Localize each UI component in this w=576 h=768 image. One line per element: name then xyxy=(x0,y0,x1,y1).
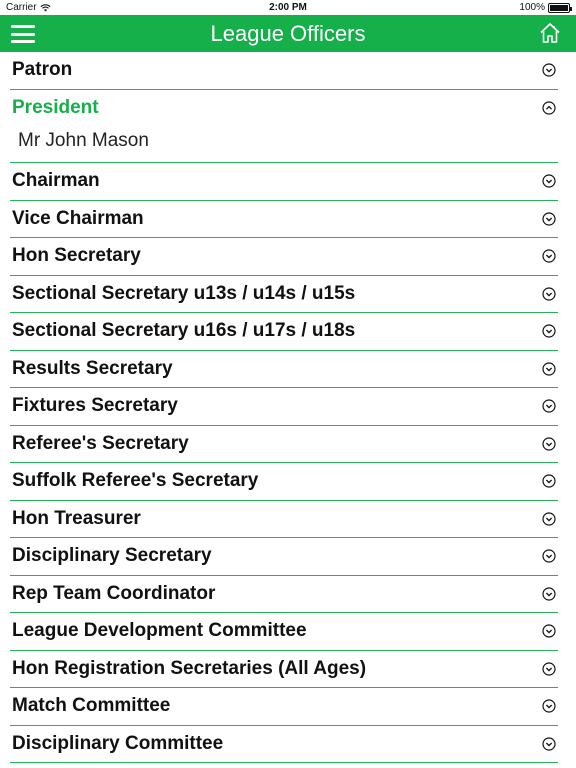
chevron-down-icon[interactable] xyxy=(542,437,556,451)
chevron-down-icon[interactable] xyxy=(542,324,556,338)
section-title: Hon Treasurer xyxy=(12,507,141,529)
chevron-down-icon[interactable] xyxy=(542,287,556,301)
accordion-section: Suffolk Referee's Secretary xyxy=(10,463,558,501)
accordion-header[interactable]: Match Committee xyxy=(10,688,558,725)
chevron-down-icon[interactable] xyxy=(542,362,556,376)
accordion-header[interactable]: Results Secretary xyxy=(10,351,558,388)
section-content: Mr John Mason xyxy=(18,130,149,151)
chevron-down-icon[interactable] xyxy=(542,399,556,413)
accordion-section: Rep Team Coordinator xyxy=(10,576,558,613)
status-time: 2:00 PM xyxy=(269,2,307,13)
page-title: League Officers xyxy=(210,20,366,46)
status-right: 100% xyxy=(519,2,572,13)
accordion-section: President Mr John Mason xyxy=(10,90,558,163)
accordion-section: Referee's Secretary xyxy=(10,426,558,463)
status-left: Carrier xyxy=(6,2,51,13)
chevron-down-icon[interactable] xyxy=(542,587,556,601)
battery-icon xyxy=(548,2,572,13)
accordion-header[interactable]: League Development Committee xyxy=(10,613,558,650)
accordion-section: Hon Secretary xyxy=(10,238,558,276)
accordion-header[interactable]: Disciplinary Secretary xyxy=(10,538,558,575)
accordion-header[interactable]: Suffolk Referee's Secretary xyxy=(10,463,558,500)
section-title: Match Committee xyxy=(12,695,171,717)
section-title: President xyxy=(12,96,99,118)
chevron-down-icon[interactable] xyxy=(542,624,556,638)
accordion-header[interactable]: Referee's Secretary xyxy=(10,426,558,463)
section-title: Hon Secretary xyxy=(12,245,141,267)
nav-bar: League Officers xyxy=(0,15,576,52)
section-title: Sectional Secretary u13s / u14s / u15s xyxy=(12,282,356,304)
accordion-section: League Development Committee xyxy=(10,613,558,651)
status-bar: Carrier 2:00 PM 100% xyxy=(0,0,576,15)
section-title: Patron xyxy=(12,59,73,81)
section-title: Rep Team Coordinator xyxy=(12,582,216,604)
accordion-header[interactable]: Fixtures Secretary xyxy=(10,388,558,425)
accordion-section: Disciplinary Secretary xyxy=(10,538,558,576)
accordion-section: Vice Chairman xyxy=(10,201,558,238)
battery-level xyxy=(550,4,568,11)
section-title: Sectional Secretary u16s / u17s / u18s xyxy=(12,320,356,342)
accordion-header[interactable]: Disciplinary Committee xyxy=(10,726,558,763)
accordion-header[interactable]: Patron xyxy=(10,52,558,89)
section-title: Results Secretary xyxy=(12,357,173,379)
chevron-down-icon[interactable] xyxy=(542,512,556,526)
accordion-header[interactable]: Hon Treasurer xyxy=(10,501,558,538)
accordion-section: Hon Treasurer xyxy=(10,501,558,538)
section-title: Hon Registration Secretaries (All Ages) xyxy=(12,657,367,679)
hamburger-icon[interactable] xyxy=(11,25,35,43)
accordion-section: Disciplinary Committee xyxy=(10,726,558,763)
accordion-header[interactable]: Vice Chairman xyxy=(10,201,558,238)
chevron-down-icon[interactable] xyxy=(542,662,556,676)
accordion-section: Fixtures Secretary xyxy=(10,388,558,426)
chevron-down-icon[interactable] xyxy=(542,63,556,77)
home-icon[interactable] xyxy=(538,21,562,45)
accordion-header[interactable]: Chairman xyxy=(10,163,558,200)
accordion-header[interactable]: Hon Registration Secretaries (All Ages) xyxy=(10,651,558,688)
section-title: Disciplinary Secretary xyxy=(12,545,212,567)
accordion-section: Sectional Secretary u13s / u14s / u15s xyxy=(10,276,558,313)
chevron-down-icon[interactable] xyxy=(542,212,556,226)
accordion-header[interactable]: Sectional Secretary u13s / u14s / u15s xyxy=(10,276,558,313)
section-title: League Development Committee xyxy=(12,620,307,642)
accordion-section: Patron xyxy=(10,52,558,90)
chevron-down-icon[interactable] xyxy=(542,249,556,263)
chevron-down-icon[interactable] xyxy=(542,174,556,188)
wifi-icon xyxy=(40,3,51,12)
section-title: Suffolk Referee's Secretary xyxy=(12,470,259,492)
accordion-header[interactable]: Rep Team Coordinator xyxy=(10,576,558,613)
chevron-down-icon[interactable] xyxy=(542,699,556,713)
section-title: Vice Chairman xyxy=(12,207,144,229)
accordion-section: Sectional Secretary u16s / u17s / u18s xyxy=(10,313,558,351)
section-title: Referee's Secretary xyxy=(12,432,189,454)
accordion-header[interactable]: President xyxy=(10,90,558,127)
carrier-label: Carrier xyxy=(6,2,37,13)
chevron-down-icon[interactable] xyxy=(542,474,556,488)
accordion-header[interactable]: Sectional Secretary u16s / u17s / u18s xyxy=(10,313,558,350)
accordion-section: Results Secretary xyxy=(10,351,558,388)
battery-percent: 100% xyxy=(519,2,545,13)
chevron-down-icon[interactable] xyxy=(542,549,556,563)
section-title: Fixtures Secretary xyxy=(12,395,178,417)
chevron-down-icon[interactable] xyxy=(542,737,556,751)
officers-list: Patron President Mr John Mason Chairman Vice… xyxy=(0,52,576,763)
section-title: Disciplinary Committee xyxy=(12,732,224,754)
chevron-up-icon[interactable] xyxy=(542,101,556,115)
accordion-section: Match Committee xyxy=(10,688,558,726)
accordion-section: Hon Registration Secretaries (All Ages) xyxy=(10,651,558,688)
accordion-header[interactable]: Hon Secretary xyxy=(10,238,558,275)
section-title: Chairman xyxy=(12,170,100,192)
accordion-section: Chairman xyxy=(10,163,558,201)
